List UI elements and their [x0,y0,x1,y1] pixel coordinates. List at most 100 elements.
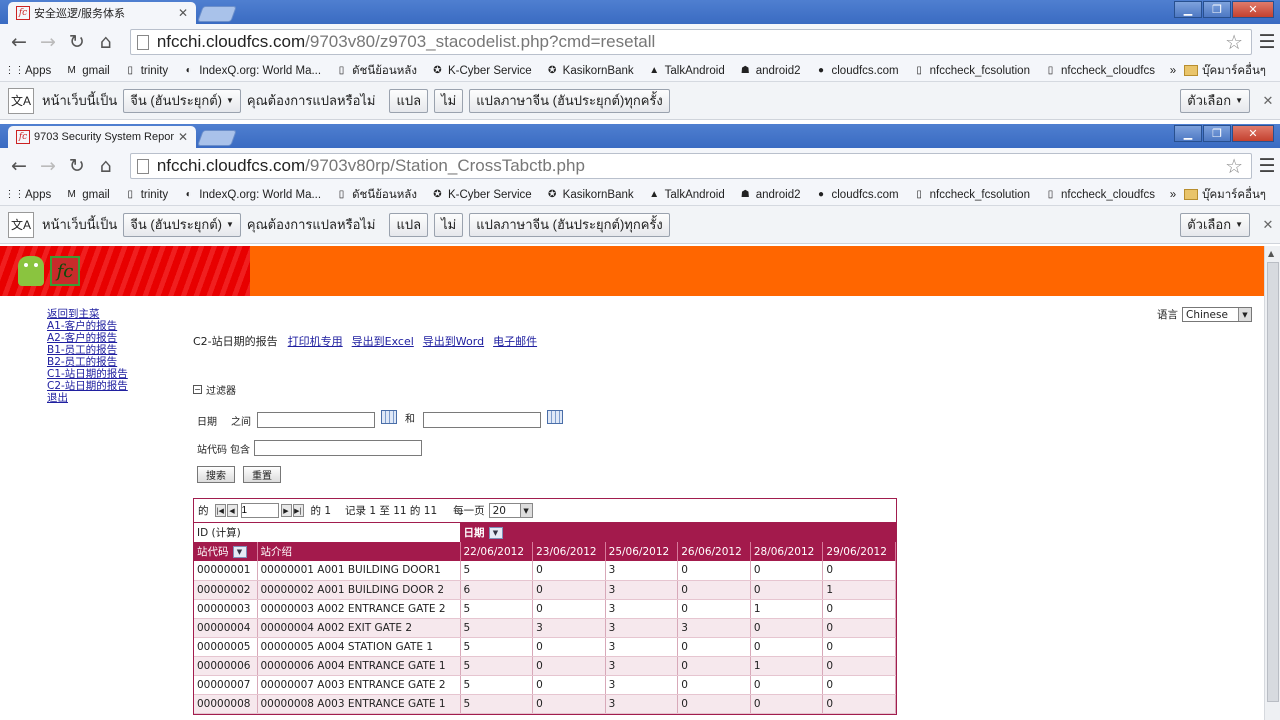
email-link[interactable]: 电子邮件 [493,333,537,349]
station-code-header[interactable]: 站代码 ▼ [194,542,258,561]
date-from-input[interactable] [257,412,375,428]
bookmark-item[interactable]: ⋮⋮ Apps [5,64,52,77]
tab-close-icon[interactable]: ✕ [176,130,190,144]
chrome-menu-icon[interactable]: ☰ [1254,31,1280,53]
home-icon[interactable]: ⌂ [93,153,119,179]
bookmark-item[interactable]: ▯ nfccheck_cloudfcs [1044,64,1155,77]
close-translate-bar-icon[interactable]: ✕ [1256,217,1280,233]
sidebar-link[interactable]: 返回到主菜 [47,308,128,320]
translate-options-button[interactable]: ตัวเลือก ▼ [1180,212,1250,237]
bookmark-item[interactable]: ✪ KasikornBank [546,64,634,77]
station-desc-header[interactable]: 站介绍 [257,542,461,561]
date-column-header[interactable]: 29/06/2012 [822,542,896,561]
bookmark-item[interactable]: ▲ TalkAndroid [648,64,725,77]
scroll-up-icon[interactable]: ▲ [1268,249,1274,258]
new-tab-button[interactable] [197,130,237,146]
home-icon[interactable]: ⌂ [93,29,119,55]
calendar-icon[interactable] [381,410,397,424]
bookmark-item[interactable]: ▯ trinity [124,188,168,201]
bookmark-item[interactable]: ▯ nfccheck_fcsolution [913,188,1030,201]
maximize-button[interactable]: ❐ [1203,125,1231,142]
sidebar-link[interactable]: C2-站日期的报告 [47,380,128,392]
bookmarks-overflow-button[interactable]: » [1170,189,1176,201]
translate-button[interactable]: แปล [389,88,429,113]
bookmark-star-icon[interactable]: ☆ [1225,154,1243,179]
bookmark-item[interactable]: ☗ android2 [739,188,801,201]
sidebar-link[interactable]: C1-站日期的报告 [47,368,128,380]
chrome-menu-icon[interactable]: ☰ [1254,155,1280,177]
bookmark-item[interactable]: ▯ ดัชนีย้อนหลัง [335,186,417,204]
back-arrow-icon[interactable]: ← [6,153,32,179]
export-word-link[interactable]: 导出到Word [423,333,484,349]
sidebar-link[interactable]: 退出 [47,392,128,404]
sidebar-link[interactable]: B2-员工的报告 [47,356,128,368]
always-translate-button[interactable]: แปลภาษาจีน (ฮันประยุกต์)ทุกครั้ง [469,88,670,113]
bookmark-item[interactable]: ▯ nfccheck_cloudfcs [1044,188,1155,201]
sidebar-link[interactable]: A2-客户的报告 [47,332,128,344]
bookmark-item[interactable]: ◐ IndexQ.org: World Ma... [182,188,321,201]
station-code-input[interactable] [254,440,422,456]
reload-icon[interactable]: ↻ [64,153,90,179]
date-column-header[interactable]: 26/06/2012 [677,542,751,561]
maximize-button[interactable]: ❐ [1203,1,1231,18]
sidebar-link[interactable]: A1-客户的报告 [47,320,128,332]
sort-dropdown-icon[interactable]: ▼ [488,527,503,539]
date-column-header[interactable]: 28/06/2012 [750,542,824,561]
calendar-icon[interactable] [547,410,563,424]
source-language-select[interactable]: จีน (ฮันประยุกต์) ▼ [123,88,241,113]
date-column-header[interactable]: 25/06/2012 [605,542,679,561]
bookmark-item[interactable]: ⋮⋮ Apps [5,188,52,201]
first-page-icon[interactable]: |◀ [214,504,226,517]
date-column-header[interactable]: 22/06/2012 [460,542,534,561]
bookmark-item[interactable]: ☗ android2 [739,64,801,77]
bookmark-item[interactable]: Mgmail [65,64,110,77]
always-translate-button[interactable]: แปลภาษาจีน (ฮันประยุกต์)ทุกครั้ง [469,212,670,237]
minimize-button[interactable]: ▁ [1174,1,1202,18]
export-excel-link[interactable]: 导出到Excel [352,333,414,349]
address-bar[interactable]: nfcchi.cloudfcs.com/9703v80rp/Station_Cr… [129,153,1253,179]
print-link[interactable]: 打印机专用 [288,333,343,349]
forward-arrow-icon[interactable]: → [35,29,61,55]
bookmarks-overflow-button[interactable]: » [1170,65,1176,77]
scrollbar-thumb[interactable] [1267,262,1279,702]
filter-header[interactable]: − 过滤器 [193,382,236,397]
vertical-scrollbar[interactable]: ▲ [1264,246,1280,720]
sidebar-link[interactable]: B1-员工的报告 [47,344,128,356]
reset-button[interactable]: 重置 [243,466,281,483]
search-button[interactable]: 搜索 [197,466,235,483]
browser-tab[interactable]: fc 9703 Security System Repor ✕ [8,126,196,148]
address-bar[interactable]: nfcchi.cloudfcs.com/9703v80/z9703_stacod… [129,29,1253,55]
minimize-button[interactable]: ▁ [1174,125,1202,142]
bookmark-item[interactable]: ▲ TalkAndroid [648,188,725,201]
date-column-header[interactable]: 23/06/2012 [532,542,606,561]
bookmark-item[interactable]: ● cloudfcs.com [815,64,899,77]
bookmark-item[interactable]: ✪ KasikornBank [546,188,634,201]
reload-icon[interactable]: ↻ [64,29,90,55]
page-number-input[interactable] [240,503,279,518]
close-translate-bar-icon[interactable]: ✕ [1256,93,1280,109]
no-translate-button[interactable]: ไม่ [434,212,464,237]
language-select[interactable]: Chinese ▼ [1182,307,1252,322]
bookmark-item[interactable]: ✪ K-Cyber Service [431,64,531,77]
browser-tab[interactable]: fc 安全巡逻/服务体系 ✕ [8,2,196,24]
translate-options-button[interactable]: ตัวเลือก ▼ [1180,88,1250,113]
bookmark-item[interactable]: ▯ ดัชนีย้อนหลัง [335,62,417,80]
bookmark-item[interactable]: ▯ nfccheck_fcsolution [913,64,1030,77]
prev-page-icon[interactable]: ◀ [226,504,238,517]
bookmark-item[interactable]: ● cloudfcs.com [815,188,899,201]
last-page-icon[interactable]: ▶| [292,504,304,517]
close-window-button[interactable]: ✕ [1232,1,1274,18]
tab-close-icon[interactable]: ✕ [176,6,190,20]
translate-button[interactable]: แปล [389,212,429,237]
per-page-select[interactable]: 20 ▼ [488,503,533,518]
bookmark-item[interactable]: Mgmail [65,188,110,201]
back-arrow-icon[interactable]: ← [6,29,32,55]
other-bookmarks-folder[interactable]: บุ๊คมาร์คอื่นๆ [1184,186,1266,204]
bookmark-star-icon[interactable]: ☆ [1225,30,1243,55]
no-translate-button[interactable]: ไม่ [434,88,464,113]
other-bookmarks-folder[interactable]: บุ๊คมาร์คอื่นๆ [1184,62,1266,80]
forward-arrow-icon[interactable]: → [35,153,61,179]
bookmark-item[interactable]: ✪ K-Cyber Service [431,188,531,201]
next-page-icon[interactable]: ▶ [280,504,292,517]
bookmark-item[interactable]: ▯ trinity [124,64,168,77]
